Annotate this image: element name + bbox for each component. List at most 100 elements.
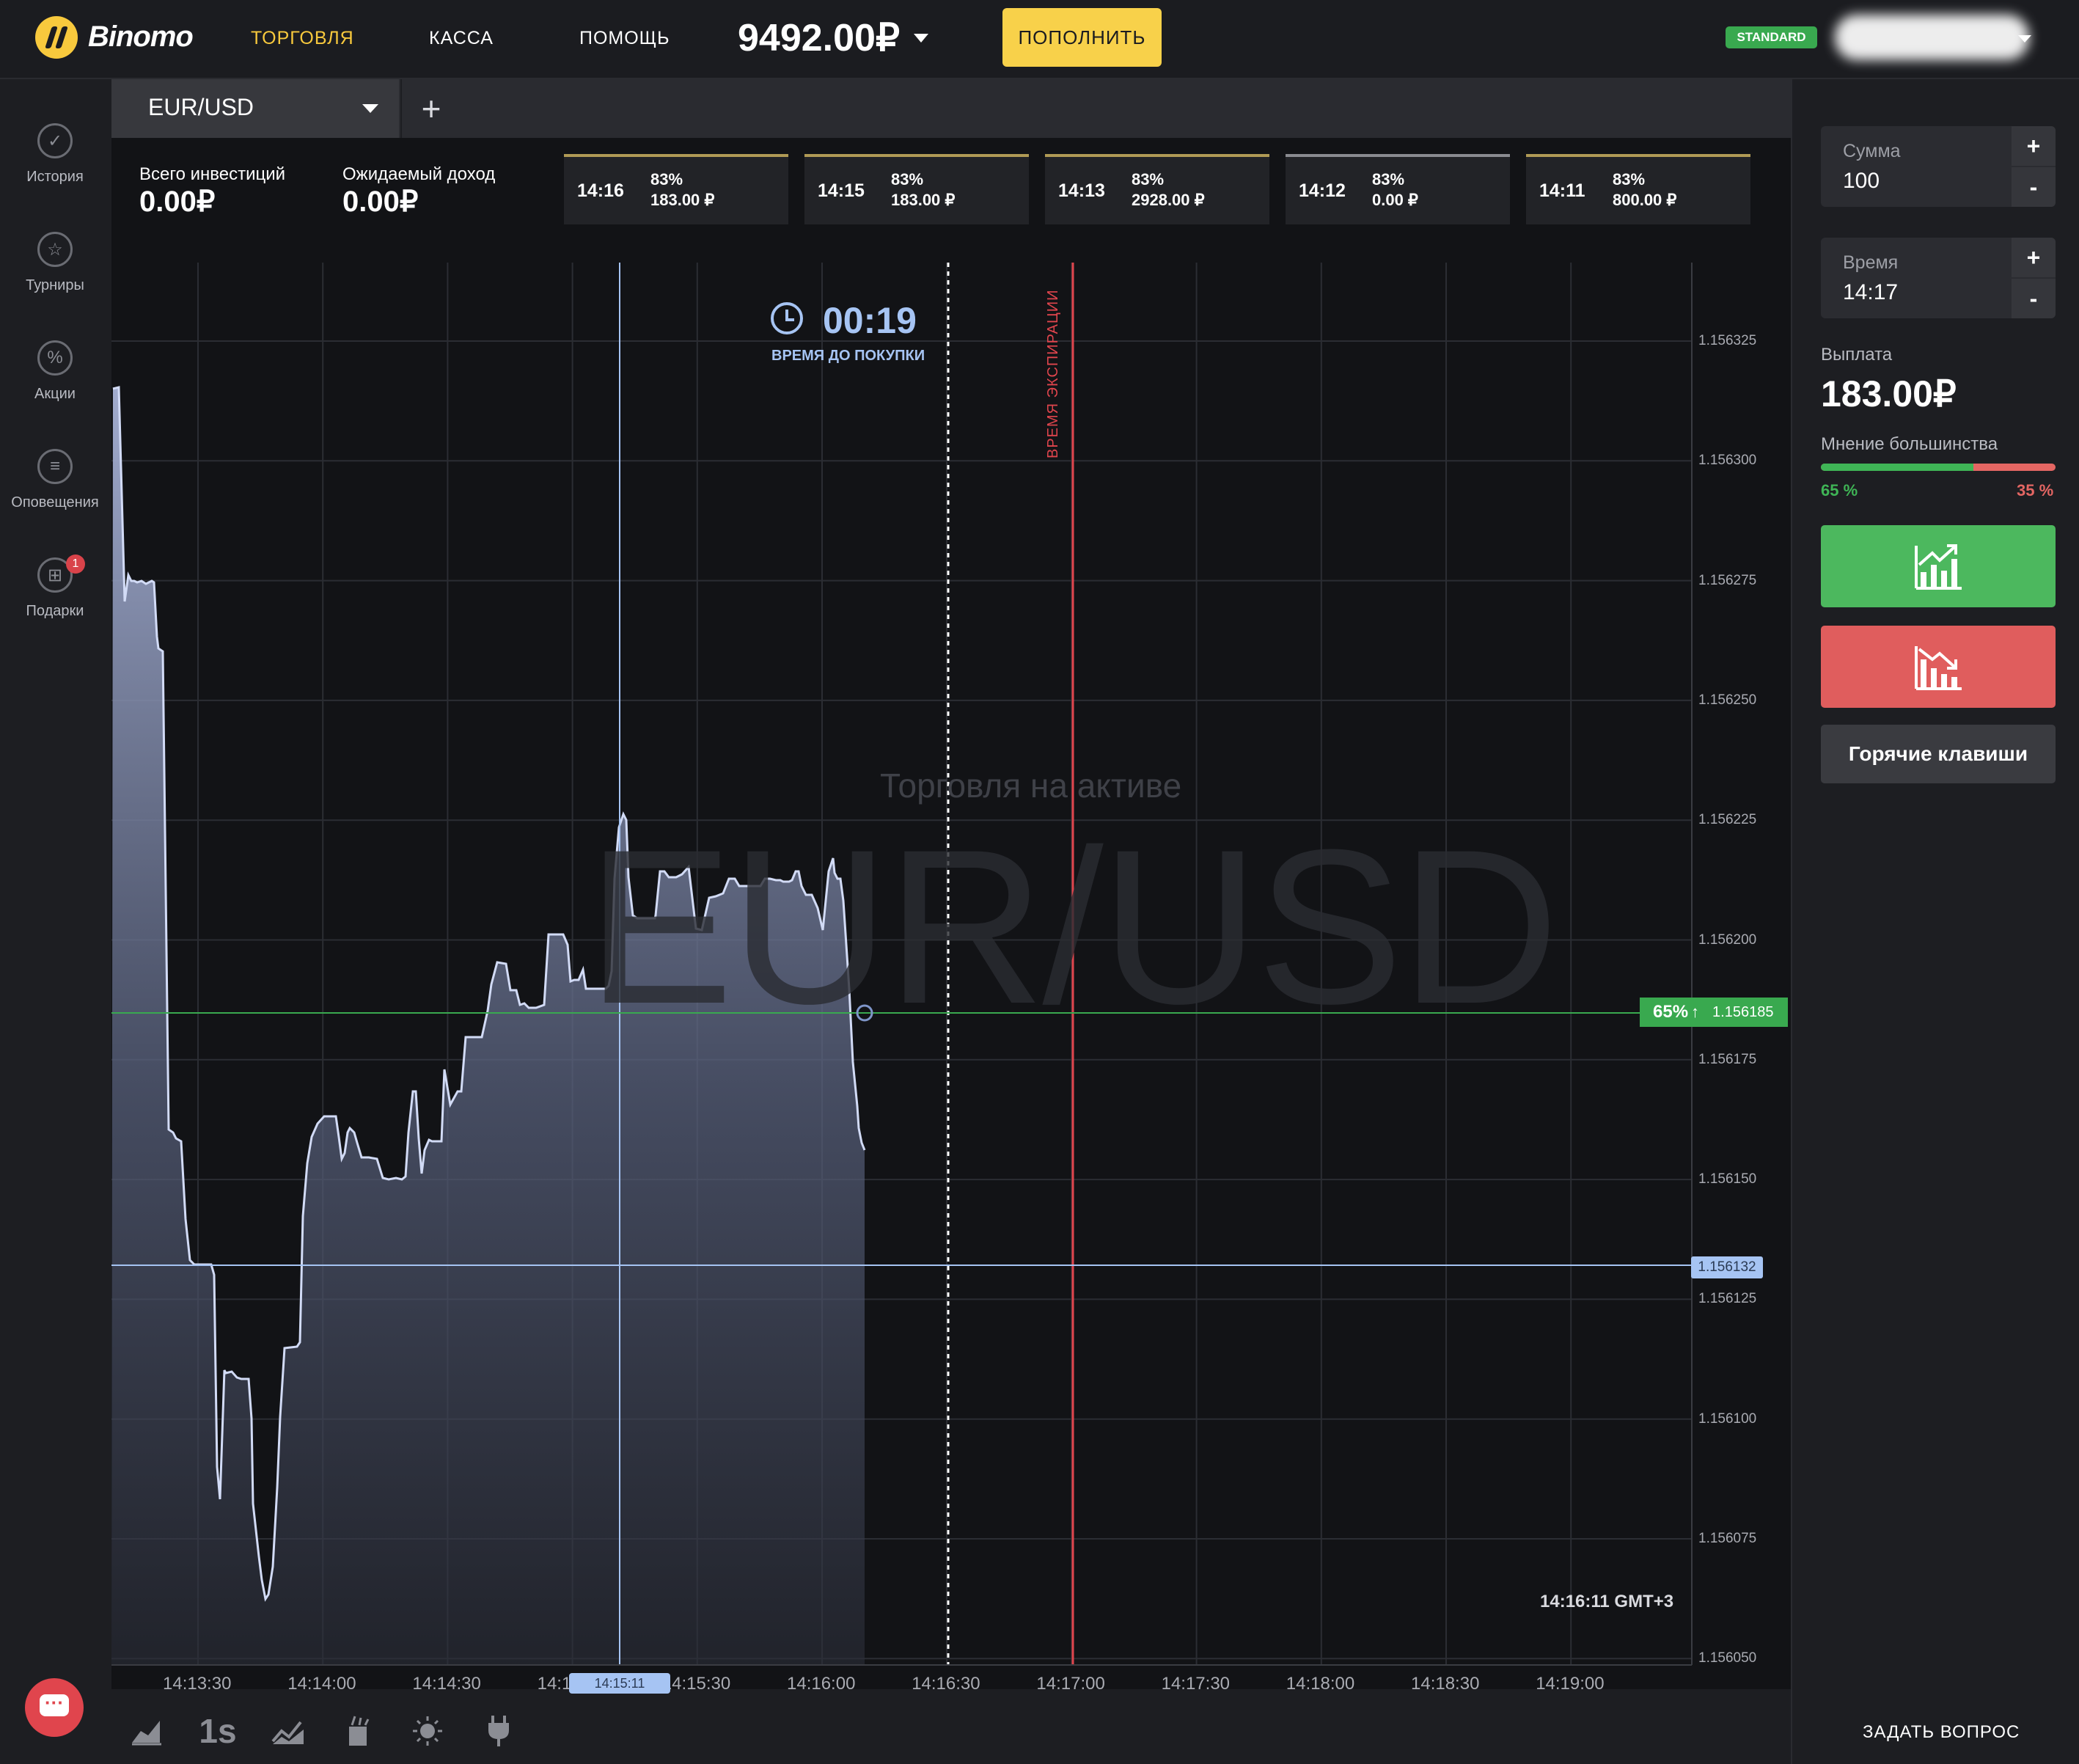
current-price-label: 1.156132 <box>1691 1256 1763 1278</box>
majority-down-percent: 35 % <box>2017 481 2054 499</box>
account-status-badge: STANDARD <box>1726 26 1817 48</box>
deal-percent: 83% <box>1372 170 1405 189</box>
promotions-icon: % <box>37 340 73 376</box>
total-investments-label: Всего инвестиций <box>139 164 286 184</box>
sidebar-item-label: Турниры <box>26 277 84 293</box>
price-tick-label: 1.156325 <box>1698 333 1757 348</box>
deal-amount: 183.00 ₽ <box>891 191 956 209</box>
account-balance[interactable]: 9492.00₽ <box>738 16 900 60</box>
purchase-timer-label: ВРЕМЯ ДО ПОКУПКИ <box>771 348 925 364</box>
user-account-menu[interactable] <box>1835 15 2029 60</box>
purchase-timer: 00:19 <box>823 300 917 341</box>
deal-card[interactable]: 14:12 83% 0.00 ₽ <box>1286 154 1510 224</box>
price-tick-label: 1.156125 <box>1698 1291 1757 1307</box>
sidebar-item-promotions[interactable]: % Акции <box>0 340 110 443</box>
hotkeys-button[interactable]: Горячие клавиши <box>1821 725 2056 783</box>
time-field[interactable]: Время 14:17 + - <box>1821 238 2056 318</box>
price-tick-label: 1.156075 <box>1698 1531 1757 1546</box>
deal-amount: 183.00 ₽ <box>650 191 715 209</box>
sidebar-item-label: Оповещения <box>11 494 99 510</box>
history-icon: ✓ <box>37 123 73 158</box>
deal-time: 14:13 <box>1058 180 1105 201</box>
price-tick-label: 1.156225 <box>1698 812 1757 828</box>
time-increase-button[interactable]: + <box>2012 238 2056 277</box>
nav-help[interactable]: ПОМОЩЬ <box>579 28 670 49</box>
up-arrow-icon: ↑ <box>1691 1003 1700 1021</box>
deal-time: 14:12 <box>1299 180 1346 201</box>
asset-dropdown-icon[interactable] <box>362 104 378 113</box>
majority-percent: 65% <box>1653 1002 1689 1022</box>
expected-income-label: Ожидаемый доход <box>342 164 496 184</box>
sidebar-item-gifts[interactable]: ⊞ Подарки <box>0 557 110 660</box>
time-tick-label: 14:17:30 <box>1161 1674 1231 1694</box>
deal-percent: 83% <box>891 170 924 189</box>
nav-trade[interactable]: ТОРГОВЛЯ <box>251 28 354 49</box>
amount-field[interactable]: Сумма 100 + - <box>1821 126 2056 207</box>
deal-percent: 83% <box>650 170 683 189</box>
buy-down-button[interactable] <box>1821 626 2056 708</box>
price-tick-label: 1.156100 <box>1698 1410 1757 1427</box>
deal-percent: 83% <box>1132 170 1165 189</box>
balance-dropdown-icon[interactable] <box>914 34 928 43</box>
amount-input[interactable]: 100 <box>1843 169 1880 194</box>
theme-icon[interactable] <box>398 1702 457 1760</box>
majority-price-label: 65% ↑ 1.156185 <box>1640 998 1788 1027</box>
time-tick-label: 14:18:30 <box>1411 1674 1480 1694</box>
time-tick-label: 14:18:00 <box>1286 1674 1355 1694</box>
deal-time: 14:11 <box>1539 180 1585 201</box>
logo-text[interactable]: Binomo <box>88 21 194 54</box>
interval-selector[interactable]: 1s <box>188 1702 247 1760</box>
deal-card[interactable]: 14:13 83% 2928.00 ₽ <box>1045 154 1269 224</box>
total-investments-value: 0.00₽ <box>139 186 216 218</box>
deal-card[interactable]: 14:15 83% 183.00 ₽ <box>804 154 1029 224</box>
majority-opinion-label: Мнение большинства <box>1821 434 1998 454</box>
payout-value: 183.00₽ <box>1821 373 1957 414</box>
time-tick-label: 14:15:30 <box>661 1674 731 1694</box>
amount-decrease-button[interactable]: - <box>2012 167 2056 207</box>
sidebar-item-notifications[interactable]: ≡ Оповещения <box>0 449 110 552</box>
time-input[interactable]: 14:17 <box>1843 280 1898 305</box>
binomo-logo-icon[interactable] <box>35 16 78 59</box>
amount-label: Сумма <box>1843 141 1901 161</box>
deal-time: 14:15 <box>818 180 865 201</box>
majority-opinion-up-fill <box>1821 464 1973 471</box>
current-time-label: 14:15:11 <box>569 1673 670 1694</box>
time-decrease-button[interactable]: - <box>2012 279 2056 318</box>
time-tick-label: 14:16:30 <box>912 1674 980 1694</box>
deal-card[interactable]: 14:11 83% 800.00 ₽ <box>1526 154 1750 224</box>
majority-opinion-bar <box>1821 464 2056 471</box>
sidebar-item-label: Подарки <box>26 603 84 619</box>
price-tick-label: 1.156150 <box>1698 1171 1757 1187</box>
add-asset-tab-button[interactable]: + <box>400 79 461 138</box>
payout-label: Выплата <box>1821 345 1893 365</box>
plugins-icon[interactable] <box>469 1702 528 1760</box>
majority-up-percent: 65 % <box>1821 481 1858 499</box>
time-label: Время <box>1843 252 1899 273</box>
chart-type-icon[interactable] <box>117 1702 176 1760</box>
support-chat-button[interactable] <box>25 1678 84 1737</box>
deal-card[interactable]: 14:16 83% 183.00 ₽ <box>564 154 788 224</box>
sidebar-item-label: История <box>26 169 84 185</box>
drawing-tools-icon[interactable] <box>329 1702 387 1760</box>
nav-cash[interactable]: КАССА <box>429 28 494 49</box>
sidebar-item-history[interactable]: ✓ История <box>0 123 110 226</box>
watermark-asset: EUR/USD <box>587 803 1559 1050</box>
time-tick-label: 14:13:30 <box>163 1674 232 1694</box>
buy-up-button[interactable] <box>1821 525 2056 607</box>
time-tick-label: 14:17:00 <box>1036 1674 1105 1694</box>
deposit-button[interactable]: ПОПОЛНИТЬ <box>1002 8 1162 67</box>
price-tick-label: 1.156200 <box>1698 932 1757 948</box>
deal-percent: 83% <box>1613 170 1646 189</box>
ask-question-button[interactable]: ЗАДАТЬ ВОПРОС <box>1863 1722 2020 1743</box>
sidebar-item-tournaments[interactable]: ☆ Турниры <box>0 232 110 334</box>
indicators-icon[interactable] <box>259 1702 318 1760</box>
notifications-icon: ≡ <box>37 449 73 484</box>
price-tick-label: 1.156050 <box>1698 1650 1757 1666</box>
price-tick-label: 1.156250 <box>1698 692 1757 708</box>
time-tick-label: 14:14:30 <box>412 1674 481 1694</box>
amount-increase-button[interactable]: + <box>2012 126 2056 166</box>
deal-amount: 0.00 ₽ <box>1372 191 1418 209</box>
time-tick-label: 14:14:00 <box>287 1674 356 1694</box>
asset-name[interactable]: EUR/USD <box>148 94 254 121</box>
user-menu-chevron-icon[interactable] <box>2018 35 2031 43</box>
